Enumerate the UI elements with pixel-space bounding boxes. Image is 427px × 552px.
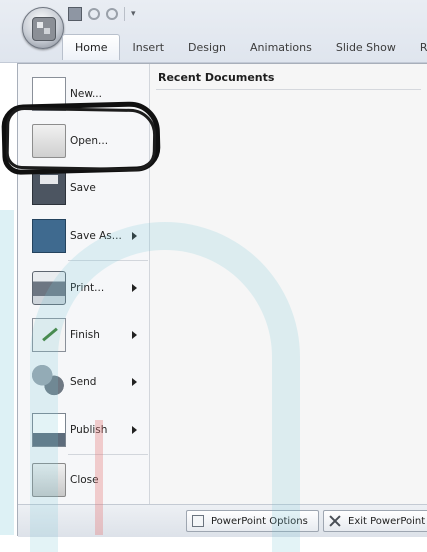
redo-icon[interactable] [106, 8, 118, 20]
exit-label: Exit PowerPoint [348, 516, 426, 527]
save-as-icon [32, 219, 66, 253]
menu-divider [68, 454, 148, 455]
recent-divider [156, 89, 421, 90]
submenu-arrow-icon [132, 426, 137, 434]
menu-item-label: Save [70, 182, 96, 194]
menu-item-label: Save As... [70, 230, 122, 242]
finish-icon [32, 318, 66, 352]
menu-item-save-as[interactable]: Save As... [18, 213, 149, 259]
recent-documents-title: Recent Documents [158, 71, 275, 84]
new-document-icon [32, 77, 66, 111]
quick-access-toolbar: ▾ [68, 5, 136, 23]
close-x-icon [329, 515, 341, 527]
menu-divider [68, 260, 148, 261]
tab-insert[interactable]: Insert [120, 35, 176, 60]
ribbon-tabs: Home Insert Design Animations Slide Show… [62, 28, 427, 60]
ribbon-header: ▾ Home Insert Design Animations Slide Sh… [0, 0, 427, 63]
menu-item-label: New... [70, 88, 102, 100]
publish-icon [32, 413, 66, 447]
toolbar-divider [124, 7, 125, 21]
save-icon[interactable] [68, 7, 82, 21]
office-button[interactable] [22, 7, 64, 49]
menu-item-close[interactable]: Close [18, 457, 149, 503]
floppy-disk-icon [32, 171, 66, 205]
tab-design[interactable]: Design [176, 35, 238, 60]
printer-icon [32, 271, 66, 305]
menu-item-label: Close [70, 474, 99, 486]
tab-home[interactable]: Home [62, 34, 121, 60]
customize-toolbar-icon[interactable]: ▾ [131, 9, 136, 19]
undo-icon[interactable] [88, 8, 100, 20]
menu-item-label: Finish [70, 329, 100, 341]
open-folder-icon [32, 124, 66, 158]
watermark-bar [0, 210, 14, 535]
tab-animations[interactable]: Animations [238, 35, 324, 60]
menu-commands: New... Open... Save Save As... Print... … [18, 64, 150, 504]
send-icon [32, 365, 66, 399]
submenu-arrow-icon [132, 378, 137, 386]
powerpoint-options-button[interactable]: PowerPoint Options [186, 510, 319, 532]
options-icon [192, 515, 204, 527]
menu-item-open[interactable]: Open... [18, 118, 149, 164]
submenu-arrow-icon [132, 284, 137, 292]
menu-item-print[interactable]: Print... [18, 265, 149, 311]
submenu-arrow-icon [132, 232, 137, 240]
menu-item-publish[interactable]: Publish [18, 407, 149, 453]
tab-review[interactable]: R [408, 35, 427, 60]
recent-documents-pane: Recent Documents [150, 64, 427, 504]
menu-item-label: Print... [70, 282, 105, 294]
options-label: PowerPoint Options [211, 516, 308, 527]
menu-item-save[interactable]: Save [18, 165, 149, 211]
menu-footer: PowerPoint Options Exit PowerPoint [18, 504, 427, 537]
submenu-arrow-icon [132, 331, 137, 339]
menu-item-finish[interactable]: Finish [18, 312, 149, 358]
tab-slide-show[interactable]: Slide Show [324, 35, 408, 60]
menu-item-send[interactable]: Send [18, 359, 149, 405]
menu-item-label: Send [70, 376, 97, 388]
menu-item-label: Publish [70, 424, 108, 436]
menu-item-label: Open... [70, 135, 109, 147]
menu-item-new[interactable]: New... [18, 71, 149, 117]
close-folder-icon [32, 463, 66, 497]
exit-powerpoint-button[interactable]: Exit PowerPoint [323, 510, 427, 532]
office-menu: New... Open... Save Save As... Print... … [17, 63, 427, 537]
office-logo-icon [32, 17, 56, 41]
